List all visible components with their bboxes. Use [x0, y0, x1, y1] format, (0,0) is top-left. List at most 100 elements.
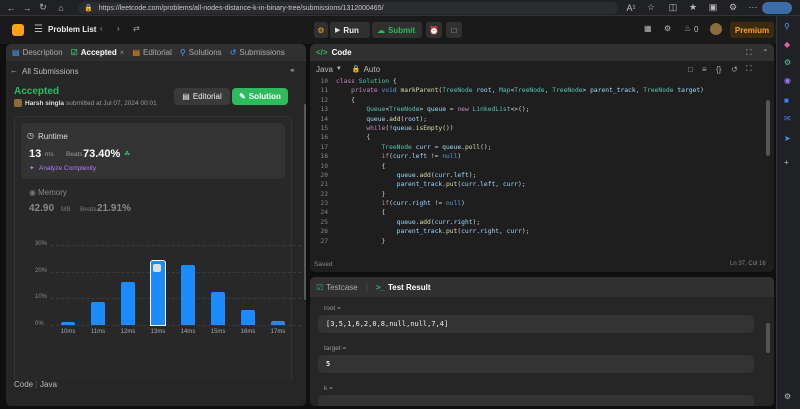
code-area[interactable]: 10 class Solution {11 private void markPa… [310, 77, 764, 253]
leetcode-logo[interactable] [12, 24, 24, 36]
favorite-icon[interactable]: ☆ [644, 1, 658, 15]
prev-problem-icon[interactable]: ‹ [100, 24, 103, 33]
chart-bar[interactable] [91, 302, 105, 325]
chart-bar[interactable] [211, 291, 225, 325]
k-value-box [318, 395, 754, 406]
chart-bar[interactable] [241, 310, 255, 325]
add-icon[interactable]: + [784, 158, 789, 167]
problem-list-link[interactable]: Problem List [48, 25, 96, 34]
chart-bar[interactable] [271, 320, 285, 325]
tab-solutions[interactable]: ⚲ Solutions [180, 48, 222, 57]
auto-mode[interactable]: Auto [364, 65, 380, 74]
outlook-icon[interactable]: ✉ [784, 114, 791, 123]
tools-icon[interactable]: ⚙ [784, 58, 791, 67]
sidebar-settings-icon[interactable]: ⚙ [784, 392, 791, 401]
tab-accepted[interactable]: ☑ Accepted × [71, 48, 125, 57]
runtime-card[interactable]: ◷ Runtime 13 ms Beats 73.40% ☘ ✦ Analyze… [21, 123, 285, 179]
office-icon[interactable]: ■ [784, 96, 789, 105]
back-arrow-icon[interactable]: ← [10, 66, 18, 75]
timer-button[interactable]: ⏰ [426, 22, 442, 38]
username[interactable]: Harsh singla [25, 100, 64, 107]
avatar[interactable] [710, 23, 722, 35]
close-tab-icon[interactable]: × [120, 48, 125, 57]
chart-bar[interactable] [121, 282, 135, 325]
collapse-icon[interactable]: ⌃ [762, 48, 769, 57]
tab-test-result[interactable]: >_ Test Result [376, 283, 431, 292]
editorial-button[interactable]: ▤ Editorial [174, 88, 230, 105]
next-problem-icon[interactable]: › [117, 24, 120, 33]
collections-icon[interactable]: ▣ [706, 1, 720, 15]
code-line: 13 Queue < TreeNode > queue = new LinkedLis… [310, 105, 764, 114]
status-accepted: Accepted [14, 86, 60, 97]
bookmark-icon[interactable]: □ [688, 65, 693, 74]
telegram-icon[interactable]: ➤ [784, 134, 791, 143]
layout-icon[interactable]: ▦ [644, 24, 652, 33]
favorites-bar-icon[interactable]: ★ [686, 1, 700, 15]
more-icon[interactable]: ⋯ [746, 1, 760, 15]
extensions-icon[interactable]: ⚙ [726, 1, 740, 15]
submit-button[interactable]: ☁ Submit [372, 22, 422, 38]
premium-button[interactable]: Premium [730, 22, 774, 38]
tab-description[interactable]: ▤ Description [12, 48, 63, 57]
language-select[interactable]: Java [316, 65, 333, 74]
settings-icon[interactable]: ⚙ [664, 24, 671, 33]
y-tick-label: 20% [35, 267, 48, 274]
streak-fire-icon[interactable]: ♨ [684, 24, 691, 33]
code-token: add [419, 171, 431, 179]
line-number: 15 [320, 124, 328, 132]
games-icon[interactable]: ◉ [784, 76, 791, 85]
code-line: 23 if(curr. right != null) [310, 199, 764, 208]
run-button[interactable]: ▶ Run [330, 22, 370, 38]
tab-testcase[interactable]: ☑ Testcase [316, 283, 358, 292]
code-line: 14 queue. add(root); [310, 115, 764, 124]
code-token: right [411, 200, 431, 208]
format-icon[interactable]: ≡ [702, 65, 707, 74]
forward-icon[interactable]: → [20, 1, 34, 15]
analyze-complexity-link[interactable]: Analyze Complexity [39, 165, 96, 172]
refresh-icon[interactable]: ↻ [36, 1, 50, 15]
shopping-icon[interactable]: ◆ [784, 40, 790, 49]
split-icon[interactable]: ◫ [666, 1, 680, 15]
random-problem-icon[interactable]: ⇄ [133, 24, 140, 33]
code-token: parent_track [396, 228, 443, 236]
code-token: right [480, 228, 500, 236]
notes-button[interactable]: □ [446, 22, 462, 38]
debug-button[interactable]: ⚙ [314, 22, 328, 38]
left-scrollbar[interactable] [304, 104, 306, 300]
code-token: { [336, 134, 371, 142]
x-tick-label: 16ms [240, 329, 256, 335]
address-bar[interactable]: 🔒 https://leetcode.com/problems/all-node… [78, 2, 618, 14]
code-line: 10 class Solution { [310, 77, 764, 86]
solution-button[interactable]: ✎ Solution [232, 88, 288, 105]
back-icon[interactable]: ← [4, 1, 18, 15]
reset-icon[interactable]: ↺ [731, 65, 738, 74]
edge-copilot-icon[interactable] [762, 2, 792, 14]
code-token: parent_track [396, 181, 443, 189]
expand-icon[interactable]: ⛶ [746, 48, 752, 58]
tab-submissions[interactable]: ↺ Submissions [230, 48, 285, 57]
memory-card[interactable]: ◉ Memory 42.90 MB Beats 21.91% [21, 183, 285, 229]
tab-editorial[interactable]: ▤ Editorial [132, 48, 171, 57]
root-value-box: [3,5,1,6,2,0,8,null,null,7,4] [318, 315, 754, 333]
code-line: 17 TreeNode curr = queue. poll (); [310, 143, 764, 152]
runtime-distribution-chart[interactable]: 30% 20% 10% 0% 10ms 11ms 12ms 13ms 14ms 15ms 16ms 1… [15, 235, 301, 345]
chart-bar[interactable] [61, 321, 75, 325]
link-icon[interactable]: ⚭ [289, 66, 296, 75]
editor-scrollbar[interactable] [766, 100, 770, 156]
runtime-label: Runtime [38, 132, 68, 141]
code-token: add [419, 218, 431, 226]
reader-icon[interactable]: A¹ [624, 1, 638, 15]
test-scrollbar[interactable] [766, 323, 770, 353]
braces-icon[interactable]: {} [716, 65, 721, 74]
code-token: while [366, 124, 386, 132]
all-submissions-link[interactable]: All Submissions [22, 67, 78, 76]
code-token: ); [419, 115, 428, 123]
chart-bar[interactable] [181, 265, 195, 325]
code-token: put [445, 228, 458, 236]
code-line: 18 if(curr. left != null) [310, 152, 764, 161]
fullscreen-icon[interactable]: ⛶ [746, 64, 752, 74]
code-token: , [495, 181, 503, 189]
home-icon[interactable]: ⌂ [54, 1, 68, 15]
search-icon[interactable]: ⚲ [784, 22, 790, 31]
